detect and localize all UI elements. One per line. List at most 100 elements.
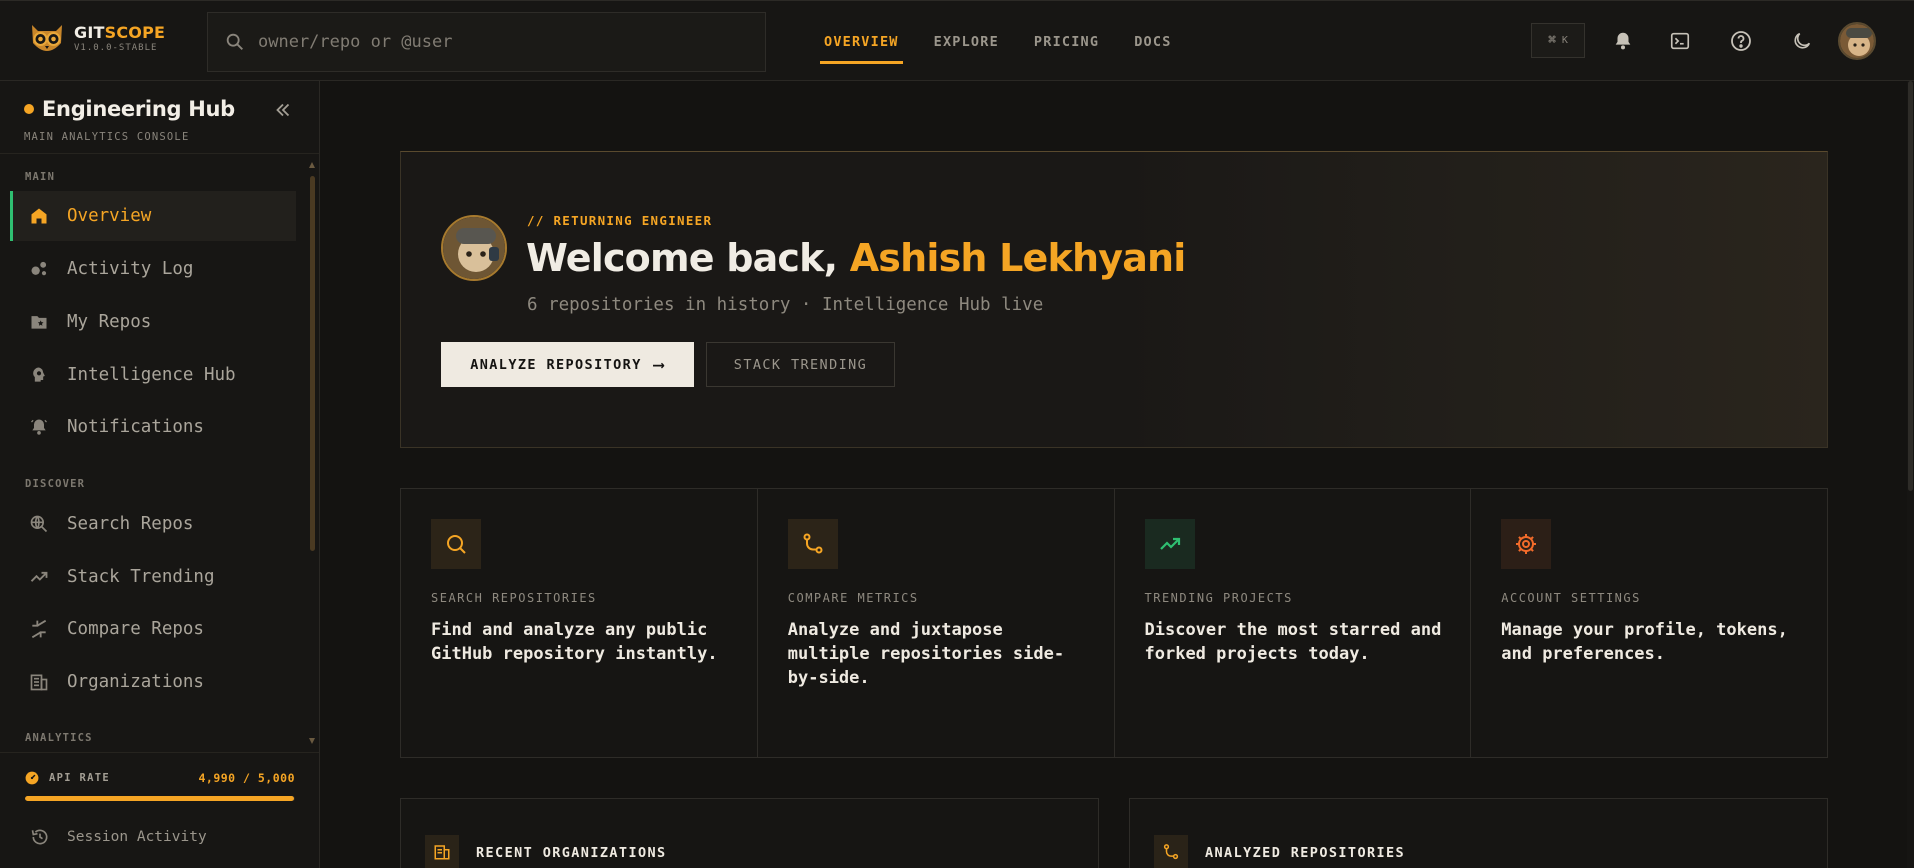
scroll-down-arrow[interactable] — [309, 738, 315, 744]
workspace-header: Engineering Hub MAIN ANALYTICS CONSOLE — [24, 97, 235, 143]
activity-icon — [31, 261, 47, 276]
moon-icon — [1794, 32, 1811, 49]
search-icon — [226, 33, 243, 50]
card-label: ACCOUNT SETTINGS — [1501, 591, 1641, 605]
page-scrollbar-thumb[interactable] — [1908, 81, 1913, 491]
card-label: COMPARE METRICS — [787, 591, 919, 605]
card-compare-metrics[interactable]: COMPARE METRICS Analyze and juxtapose mu… — [757, 489, 1115, 757]
api-rate-value: 4,990 / 5,000 — [198, 771, 295, 785]
nav-overview[interactable]: OVERVIEW — [820, 1, 903, 82]
sidebar-item-compare-repos[interactable]: Compare Repos — [10, 604, 296, 654]
card-search-repositories[interactable]: SEARCH REPOSITORIES Find and analyze any… — [401, 489, 758, 757]
card-account-settings[interactable]: ACCOUNT SETTINGS Manage your profile, to… — [1471, 489, 1827, 757]
help-button[interactable] — [1727, 27, 1755, 55]
gear-icon — [1516, 534, 1537, 554]
card-description: Manage your profile, tokens, and prefere… — [1501, 620, 1788, 664]
trending-icon — [30, 571, 48, 582]
git-branch-icon — [803, 533, 823, 554]
sidebar-item-overview[interactable]: Overview — [10, 191, 296, 241]
search-input[interactable] — [258, 32, 738, 52]
sidebar-item-label: Intelligence Hub — [67, 365, 236, 385]
section-label-main: MAIN — [25, 171, 56, 183]
session-activity-link[interactable]: Session Activity — [30, 827, 207, 847]
welcome-heading: Welcome back, Ashish Lekhyani — [526, 236, 1186, 280]
api-rate-progress-fill — [25, 796, 295, 801]
sidebar-item-label: My Repos — [67, 312, 152, 332]
workspace-subtitle: MAIN ANALYTICS CONSOLE — [24, 131, 190, 143]
analyze-repository-button[interactable]: ANALYZE REPOSITORY ⟶ — [441, 342, 694, 387]
nav-docs[interactable]: DOCS — [1130, 1, 1175, 82]
card-icon-box — [787, 519, 838, 569]
compare-icon — [31, 619, 47, 639]
sidebar: Engineering Hub MAIN ANALYTICS CONSOLE M… — [0, 81, 320, 868]
help-icon — [1731, 31, 1751, 51]
sidebar-item-notifications[interactable]: Notifications — [10, 402, 296, 452]
card-label: TRENDING PROJECTS — [1144, 591, 1293, 605]
nav-pricing[interactable]: PRICING — [1030, 1, 1103, 82]
panel-icon-box — [1154, 835, 1188, 868]
stack-trending-button[interactable]: STACK TRENDING — [706, 342, 895, 387]
analyzed-repositories-panel: ANALYZED REPOSITORIES — [1129, 798, 1828, 868]
card-description: Analyze and juxtapose multiple repositor… — [787, 620, 1065, 688]
nav-explore[interactable]: EXPLORE — [930, 1, 1003, 82]
theme-toggle-button[interactable] — [1788, 27, 1816, 55]
sidebar-item-label: Stack Trending — [67, 567, 215, 587]
search-globe-icon — [30, 515, 48, 533]
user-name: Ashish Lekhyani — [849, 236, 1187, 280]
bell-icon — [1615, 32, 1631, 50]
card-label: SEARCH REPOSITORIES — [431, 591, 597, 605]
section-label-analytics: ANALYTICS — [25, 732, 93, 744]
app-version: V1.0.0-STABLE — [74, 43, 158, 53]
command-palette-button[interactable]: ⌘ K — [1531, 23, 1585, 58]
sidebar-item-organizations[interactable]: Organizations — [10, 657, 296, 707]
hero-subtitle: 6 repositories in history · Intelligence… — [527, 295, 1044, 315]
card-icon-box — [1501, 519, 1552, 569]
notifications-button[interactable] — [1609, 27, 1637, 55]
card-trending-projects[interactable]: TRENDING PROJECTS Discover the most star… — [1114, 489, 1472, 757]
bell-icon — [31, 419, 47, 435]
sidebar-footer: API RATE 4,990 / 5,000 Session Activity — [0, 752, 319, 868]
avatar-image-icon — [443, 217, 505, 279]
card-icon-box — [1144, 519, 1195, 569]
section-label-discover: DISCOVER — [25, 478, 86, 490]
sidebar-item-label: Notifications — [67, 417, 204, 437]
brain-icon — [33, 367, 45, 382]
page-scrollbar[interactable] — [1907, 81, 1914, 868]
sidebar-scrollbar[interactable] — [310, 176, 315, 551]
building-icon — [434, 845, 450, 860]
hero-kicker: // RETURNING ENGINEER — [527, 213, 713, 228]
divider — [0, 153, 319, 154]
building-icon — [30, 674, 48, 691]
sidebar-item-label: Search Repos — [67, 514, 194, 534]
sidebar-item-label: Organizations — [67, 672, 204, 692]
welcome-hero: // RETURNING ENGINEER Welcome back, Ashi… — [400, 151, 1828, 448]
sidebar-item-label: Compare Repos — [67, 619, 204, 639]
sidebar-item-my-repos[interactable]: My Repos — [10, 297, 296, 347]
history-icon — [31, 829, 48, 845]
sidebar-item-activity-log[interactable]: Activity Log — [10, 244, 296, 294]
user-avatar[interactable] — [1838, 22, 1876, 60]
sidebar-item-label: Activity Log — [67, 259, 194, 279]
workspace-title: Engineering Hub — [42, 97, 235, 121]
scroll-up-arrow[interactable] — [309, 162, 315, 168]
app-name: GITSCOPE — [74, 23, 166, 42]
primary-nav: OVERVIEW EXPLORE PRICING DOCS — [820, 1, 1203, 82]
git-branch-icon — [1163, 844, 1179, 860]
sidebar-item-stack-trending[interactable]: Stack Trending — [10, 552, 296, 602]
command-icon: ⌘ — [1548, 33, 1556, 48]
gauge-icon — [25, 771, 39, 785]
logo[interactable]: GITSCOPE V1.0.0-STABLE — [28, 21, 165, 57]
home-icon — [31, 208, 47, 224]
owl-logo-icon — [32, 25, 62, 51]
sidebar-item-label: Overview — [67, 206, 152, 226]
search-icon — [447, 535, 466, 554]
sidebar-item-intelligence-hub[interactable]: Intelligence Hub — [10, 350, 296, 400]
terminal-button[interactable] — [1666, 27, 1694, 55]
panel-title: RECENT ORGANIZATIONS — [476, 845, 667, 861]
api-rate-label: API RATE — [25, 771, 110, 785]
search-box[interactable] — [207, 12, 766, 72]
panel-icon-box — [425, 835, 459, 868]
collapse-sidebar-icon[interactable] — [272, 99, 294, 121]
sidebar-item-search-repos[interactable]: Search Repos — [10, 499, 296, 549]
avatar-image-icon — [1840, 24, 1874, 58]
